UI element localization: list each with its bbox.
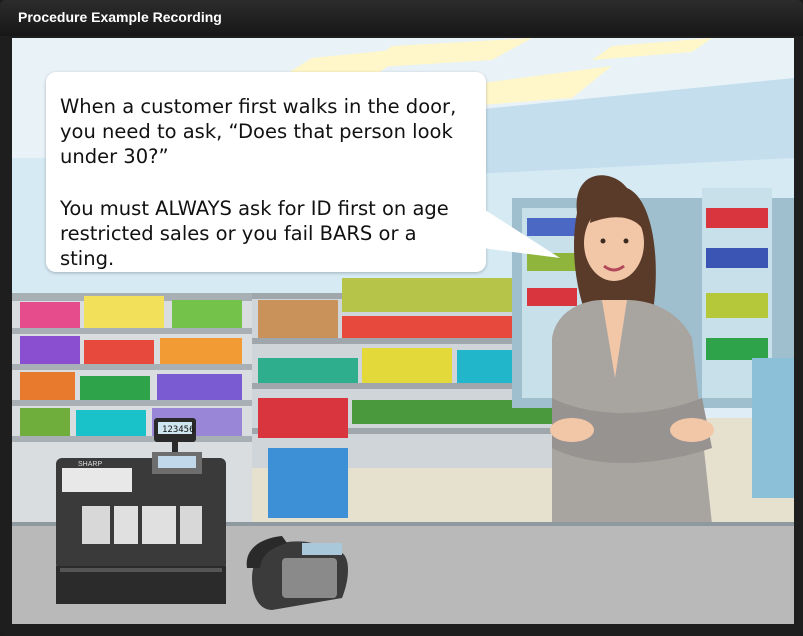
- speech-bubble: When a customer first walks in the door,…: [46, 72, 486, 272]
- speech-bubble-tail: [482, 208, 560, 258]
- recording-window: Procedure Example Recording 123456 SHARP…: [0, 0, 803, 636]
- window-title: Procedure Example Recording: [18, 9, 222, 25]
- title-bar: Procedure Example Recording: [0, 0, 803, 36]
- register-display-readout: 123456: [162, 425, 195, 435]
- register-brand-label: SHARP: [78, 461, 102, 468]
- caption-paragraph-2: You must ALWAYS ask for ID first on age …: [60, 197, 449, 270]
- caption-paragraph-1: When a customer first walks in the door,…: [60, 95, 457, 168]
- desk-telephone: [246, 536, 348, 610]
- slide-stage: 123456 SHARP When a customer first walks…: [12, 38, 794, 624]
